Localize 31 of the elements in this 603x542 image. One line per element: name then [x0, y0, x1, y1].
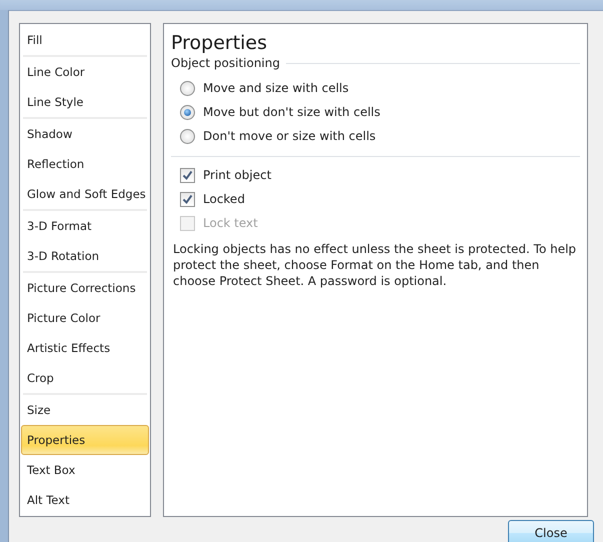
checkbox[interactable]	[180, 168, 195, 182]
section-label: Object positioning	[171, 56, 280, 70]
sidebar-item[interactable]: Shadow	[21, 119, 149, 149]
checkbox[interactable]	[180, 192, 195, 206]
sidebar-item[interactable]: 3-D Rotation	[21, 241, 149, 271]
help-text: Locking objects has no effect unless the sheet is protected. To help protect the sheet, choose Format on the Home tab, and then choose Protect Sheet. A password is optional.	[172, 241, 578, 289]
radio-button[interactable]	[180, 80, 195, 96]
sidebar-item[interactable]: Text Box	[21, 455, 149, 485]
sidebar-item[interactable]: Line Color	[21, 57, 149, 87]
sidebar-item[interactable]: Alt Text	[21, 485, 149, 515]
sidebar-item[interactable]: Line Style	[21, 87, 149, 117]
radio-label: Move but don't size with cells	[203, 105, 380, 119]
sidebar-item[interactable]: Size	[21, 395, 149, 425]
sidebar-item[interactable]: Crop	[21, 363, 149, 393]
sidebar-item[interactable]: Picture Corrections	[21, 273, 149, 303]
checkbox-label: Lock text	[203, 216, 258, 230]
checkbox-label: Print object	[203, 168, 272, 182]
radio-label: Move and size with cells	[203, 81, 349, 95]
radio-button[interactable]	[180, 104, 195, 120]
sidebar-item[interactable]: Glow and Soft Edges	[21, 179, 149, 209]
checkbox-label: Locked	[203, 192, 245, 206]
radio-label: Don't move or size with cells	[203, 129, 376, 143]
sidebar-item[interactable]: Fill	[21, 25, 149, 55]
radio-button[interactable]	[180, 128, 195, 144]
sidebar-item[interactable]: 3-D Format	[21, 211, 149, 241]
sidebar-item[interactable]: Picture Color	[21, 303, 149, 333]
panel-title: Properties	[171, 32, 268, 54]
close-button[interactable]: Close	[508, 520, 594, 542]
sidebar-item[interactable]: Artistic Effects	[21, 333, 149, 363]
sidebar-item[interactable]: Properties	[21, 425, 149, 455]
sidebar-item[interactable]: Reflection	[21, 149, 149, 179]
